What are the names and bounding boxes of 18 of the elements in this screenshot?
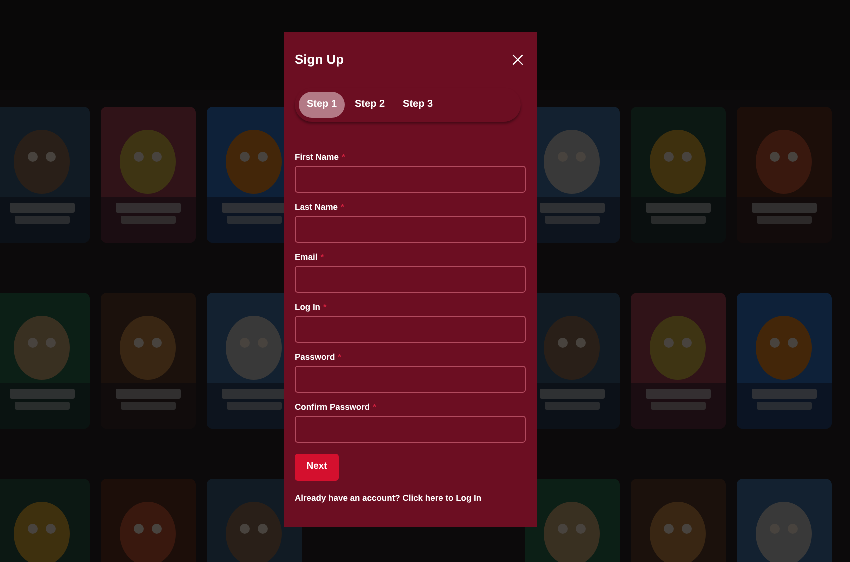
step-tab[interactable]: Step 2: [347, 92, 394, 118]
field-label: Confirm Password: [295, 402, 370, 412]
field-label: Log In: [295, 302, 320, 312]
step-tab[interactable]: Step 3: [395, 92, 442, 118]
required-mark: *: [320, 252, 324, 262]
field-label: Last Name: [295, 202, 338, 212]
required-mark: *: [341, 202, 344, 212]
required-mark: *: [338, 352, 342, 362]
login-link[interactable]: Click here to Log In: [402, 492, 482, 502]
login-prompt: Already have an account? Click here to Log In: [295, 492, 483, 502]
required-mark: *: [342, 152, 346, 162]
required-mark: *: [324, 302, 327, 312]
required-mark: *: [373, 402, 376, 412]
field-label: Password: [295, 352, 336, 362]
field-label: Email: [295, 252, 318, 262]
next-button[interactable]: Next: [295, 454, 339, 480]
field-label: First Name: [295, 152, 339, 162]
dialog-title: Sign Up: [295, 51, 344, 69]
